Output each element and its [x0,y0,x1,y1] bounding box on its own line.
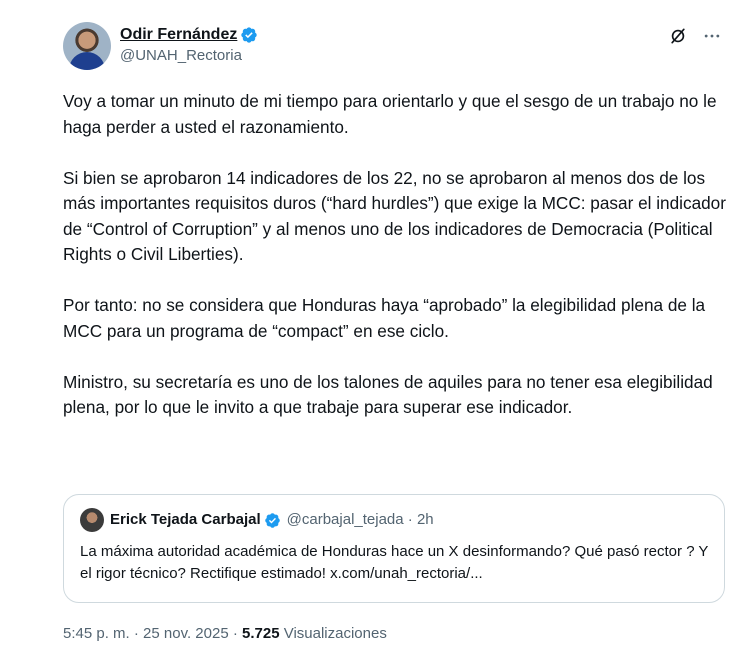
quoted-tweet-header: Erick Tejada Carbajal @carbajal_tejada ·… [80,508,709,532]
verified-badge-icon [241,27,258,43]
author-name-row: Odir Fernández [120,25,258,45]
views-label: Visualizaciones [279,625,387,642]
quoted-tweet[interactable]: Erick Tejada Carbajal @carbajal_tejada ·… [63,494,725,603]
more-icon[interactable] [702,26,722,46]
quoted-author-avatar [80,508,104,532]
tweet: Odir Fernández @UNAH_Rectoria Voy a toma… [0,0,756,654]
views-count: 5.725 [242,625,280,642]
author-names: Odir Fernández @UNAH_Rectoria [120,25,258,66]
tweet-paragraph: Si bien se aprobaron 14 indicadores de l… [63,167,726,265]
verified-badge-icon [264,512,280,528]
quoted-author-name: Erick Tejada Carbajal [110,511,261,528]
author-handle[interactable]: @UNAH_Rectoria [120,46,258,66]
author-avatar[interactable] [63,22,111,70]
tweet-paragraph: Ministro, su secretaría es uno de los ta… [63,371,713,418]
tweet-header: Odir Fernández @UNAH_Rectoria [63,22,258,70]
tweet-paragraph: Por tanto: no se considera que Honduras … [63,295,706,341]
tweet-meta: 5:45 p. m. · 25 nov. 2025 · 5.725 Visual… [63,624,387,644]
quoted-tweet-text: La máxima autoridad académica de Hondura… [80,543,709,582]
tweet-timestamp[interactable]: 5:45 p. m. · 25 nov. 2025 · [63,625,242,642]
author-display-name[interactable]: Odir Fernández [120,25,237,45]
tweet-paragraph: Voy a tomar un minuto de mi tiempo para … [63,91,717,137]
grok-icon[interactable] [668,26,688,46]
quoted-author-handle-time: @carbajal_tejada · 2h [286,511,434,528]
tweet-text: Voy a tomar un minuto de mi tiempo para … [63,89,733,421]
tweet-actions-top [668,26,722,46]
